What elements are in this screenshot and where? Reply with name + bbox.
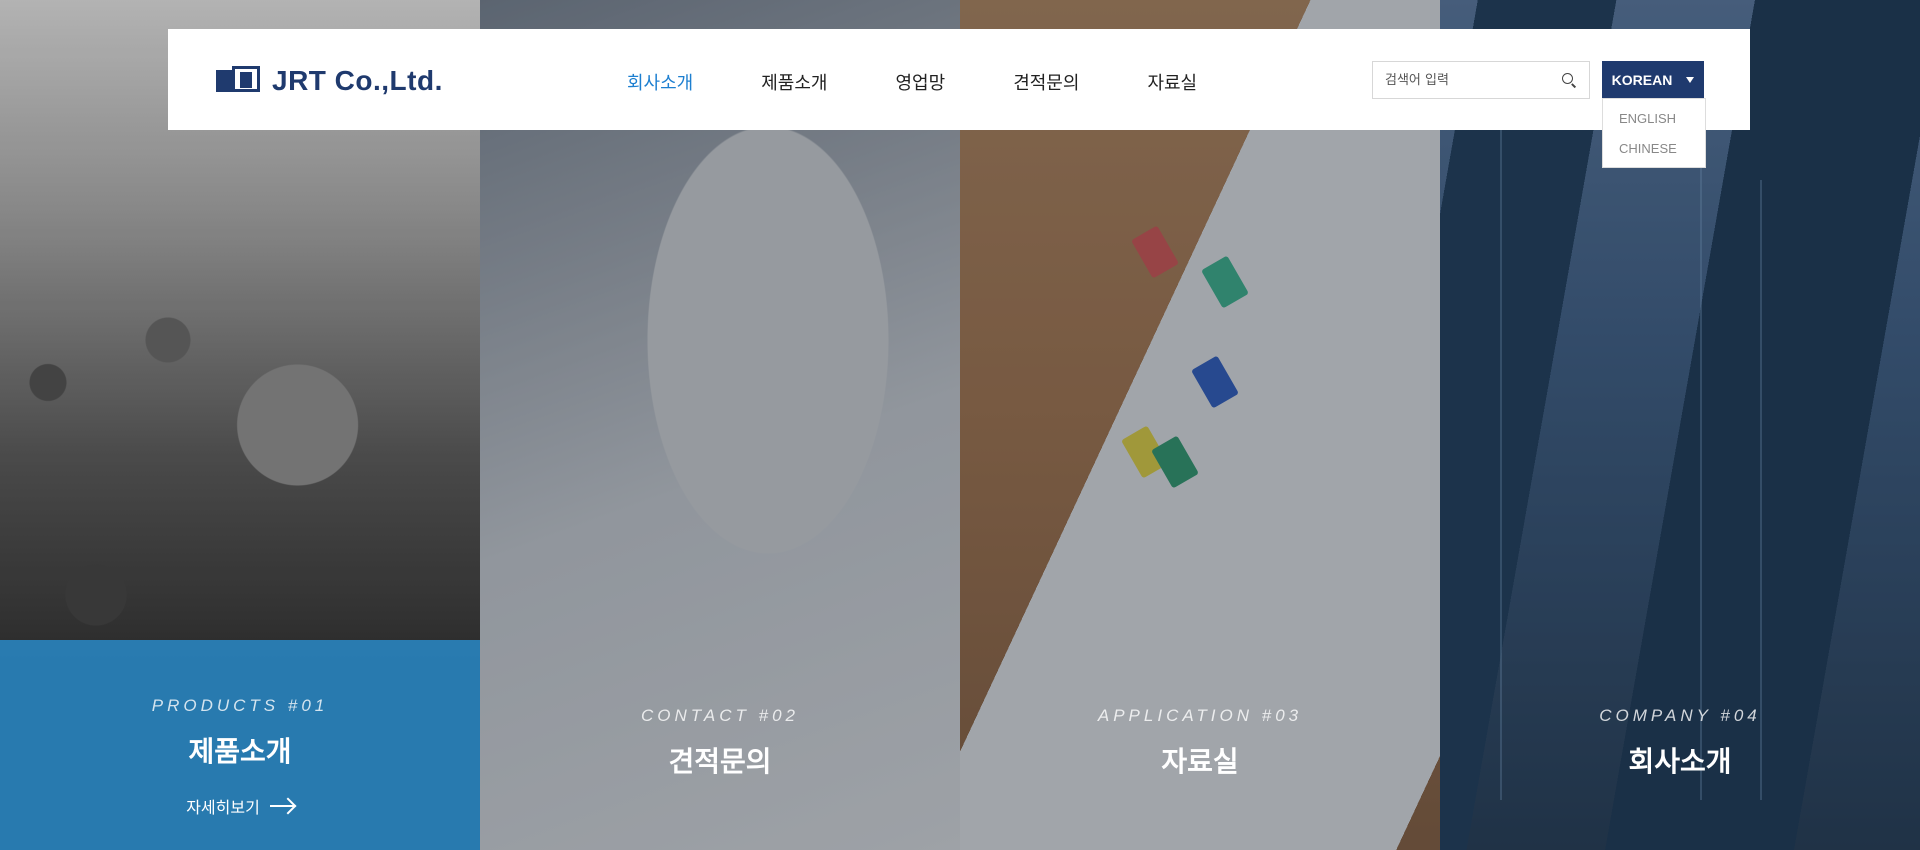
- nav-item-sales-network[interactable]: 영업망: [896, 69, 946, 95]
- nav-item-company[interactable]: 회사소개: [627, 69, 693, 95]
- logo[interactable]: JRT Co.,Ltd.: [216, 65, 443, 97]
- nav-item-quote[interactable]: 견적문의: [1013, 69, 1079, 95]
- panel-caption: CONTACT #02 견적문의: [480, 706, 960, 780]
- panel-title: 회사소개: [1628, 745, 1732, 778]
- panel-subtitle: CONTACT #02: [641, 706, 799, 725]
- search-box: [1372, 61, 1590, 99]
- search-input[interactable]: [1385, 72, 1561, 88]
- panel-caption: COMPANY #04 회사소개: [1440, 706, 1920, 780]
- view-more-label: 자세히보기: [186, 798, 260, 817]
- panel-subtitle: PRODUCTS #01: [151, 696, 329, 715]
- panel-subtitle: APPLICATION #03: [1097, 706, 1303, 725]
- logo-icon: [216, 66, 264, 96]
- language-selected-label: KOREAN: [1611, 71, 1673, 88]
- nav-item-library[interactable]: 자료실: [1147, 69, 1197, 95]
- view-more-link[interactable]: 자세히보기: [186, 794, 294, 818]
- logo-text: JRT Co.,Ltd.: [272, 65, 443, 96]
- panel-subtitle: COMPANY #04: [1599, 706, 1761, 725]
- caret-down-icon: [1686, 76, 1695, 83]
- language-option-english[interactable]: ENGLISH: [1619, 109, 1705, 139]
- language-option-chinese[interactable]: CHINESE: [1619, 139, 1705, 169]
- language-select[interactable]: KOREAN: [1602, 61, 1704, 98]
- panel-title: 자료실: [1161, 745, 1239, 778]
- site-header: JRT Co.,Ltd. 회사소개 제품소개 영업망 견적문의 자료실 KORE…: [168, 29, 1750, 130]
- nav-item-products[interactable]: 제품소개: [761, 69, 827, 95]
- panel-caption: APPLICATION #03 자료실: [960, 706, 1440, 780]
- language-dropdown: ENGLISH CHINESE: [1602, 98, 1706, 168]
- arrow-right-icon: [269, 805, 294, 807]
- main-nav: 회사소개 제품소개 영업망 견적문의 자료실: [627, 69, 1265, 95]
- search-icon[interactable]: [1561, 72, 1577, 88]
- panel-caption: PRODUCTS #01 제품소개 자세히보기: [0, 696, 480, 818]
- panel-title: 견적문의: [668, 745, 772, 778]
- panel-title: 제품소개: [188, 735, 292, 768]
